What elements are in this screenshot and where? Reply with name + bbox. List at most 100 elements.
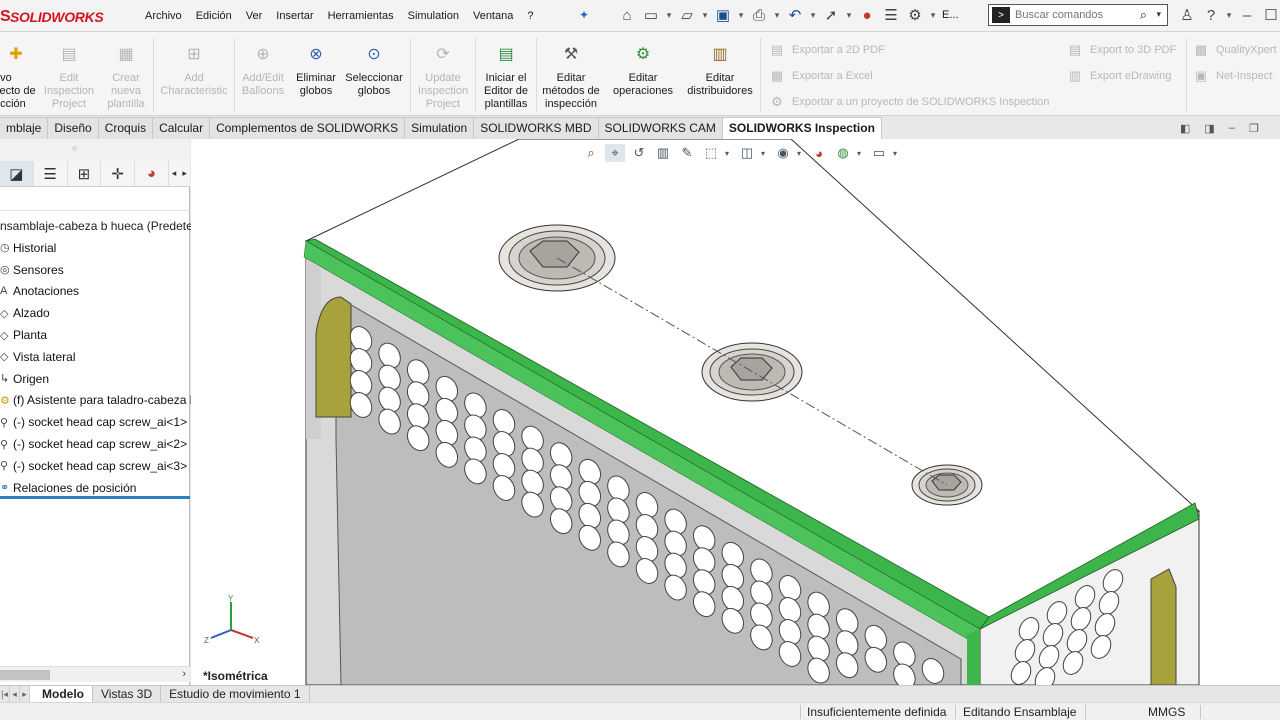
display-style-icon[interactable]: ◫ <box>737 144 757 162</box>
tree-item-sensores[interactable]: ◎ Sensores <box>0 259 200 281</box>
apply-scene-icon[interactable]: ◍ <box>833 144 853 162</box>
options-gear-icon[interactable]: ⚙ <box>904 4 926 26</box>
model-view[interactable] <box>191 139 1280 685</box>
edit-operations-button[interactable]: ⚙ Editar operaciones <box>608 47 678 98</box>
quickbar-overflow[interactable]: E... <box>940 7 961 23</box>
rebuild-icon[interactable]: ● <box>856 4 878 26</box>
add-characteristic-button[interactable]: ⊞ Add Characteristic <box>157 47 231 98</box>
tab-estudio-movimiento[interactable]: Estudio de movimiento 1 <box>161 686 310 702</box>
print-icon[interactable]: ⎙ <box>748 4 770 26</box>
save-icon[interactable]: ▣ <box>712 4 734 26</box>
open-dropdown-icon[interactable]: ▾ <box>700 10 710 21</box>
dynamic-annotation-icon[interactable]: ✎ <box>677 144 697 162</box>
tab-vistas-3d[interactable]: Vistas 3D <box>93 686 162 702</box>
menu-ventana[interactable]: Ventana <box>466 8 520 24</box>
edit-vendors-button[interactable]: ▥ Editar distribuidores <box>682 47 758 98</box>
tabs-scroll-right-icon[interactable]: ▸ <box>179 161 190 186</box>
menu-insertar[interactable]: Insertar <box>269 8 320 24</box>
update-inspection-project-button[interactable]: ⟳ Update Inspection Project <box>413 47 473 111</box>
pin-icon[interactable]: ✦ <box>579 8 589 22</box>
collapse-right-icon[interactable]: ◨ <box>1204 122 1214 135</box>
tree-item-anotaciones[interactable]: A Anotaciones <box>0 281 200 303</box>
tab-complementos[interactable]: Complementos de SOLIDWORKS <box>210 117 406 139</box>
graphics-viewport[interactable]: ⌕ ⌖ ↺ ▥ ✎ ⬚ ▾ ◫ ▾ ◉ ▾ ◕ ◍ ▾ ▭ ▾ Y X Z *I… <box>191 139 1280 685</box>
menu-simulation[interactable]: Simulation <box>401 8 466 24</box>
template-editor-button[interactable]: ▤ Iniciar el Editor de plantillas <box>478 47 534 111</box>
apply-scene-dropdown-icon[interactable]: ▾ <box>857 149 865 158</box>
create-template-button[interactable]: ▦ Crear nueva plantilla <box>100 47 152 111</box>
tree-horizontal-scrollbar[interactable]: › <box>0 666 190 682</box>
view-settings-dropdown-icon[interactable]: ▾ <box>893 149 901 158</box>
tab-calcular[interactable]: Calcular <box>153 117 211 139</box>
export-edrawing-button[interactable]: ▥ Export eDrawing <box>1066 68 1171 84</box>
tree-item-screw-1[interactable]: ⚲ (-) socket head cap screw_ai<1> ( <box>0 411 200 433</box>
section-view-icon[interactable]: ▥ <box>653 144 673 162</box>
view-settings-icon[interactable]: ▭ <box>869 144 889 162</box>
export-3d-pdf-button[interactable]: ▤ Export to 3D PDF <box>1066 42 1176 58</box>
tab-simulation[interactable]: Simulation <box>405 117 475 139</box>
new-dropdown-icon[interactable]: ▾ <box>664 10 674 21</box>
menu-archivo[interactable]: Archivo <box>138 8 189 24</box>
file-properties-icon[interactable]: ☰ <box>880 4 902 26</box>
undo-dropdown-icon[interactable]: ▾ <box>808 10 818 21</box>
options-dropdown-icon[interactable]: ▾ <box>928 10 938 21</box>
user-icon[interactable]: ♙ <box>1176 4 1198 26</box>
tab-inspection[interactable]: SOLIDWORKS Inspection <box>722 117 882 139</box>
menu-herramientas[interactable]: Herramientas <box>321 8 401 24</box>
save-dropdown-icon[interactable]: ▾ <box>736 10 746 21</box>
minimize-icon[interactable]: – <box>1236 4 1258 26</box>
tree-item-screw-3[interactable]: ⚲ (-) socket head cap screw_ai<3> ( <box>0 455 200 477</box>
search-input[interactable] <box>1015 9 1135 21</box>
export-inspection-project-button[interactable]: ⚙ Exportar a un proyecto de SOLIDWORKS In… <box>768 94 1049 110</box>
tab-ensamblaje[interactable]: mblaje <box>0 117 49 139</box>
view-orientation-icon[interactable]: ⬚ <box>701 144 721 162</box>
help-dropdown-icon[interactable]: ▾ <box>1224 10 1234 21</box>
solidworks-logo[interactable]: S SOLIDWORKS <box>0 6 115 28</box>
hide-show-dropdown-icon[interactable]: ▾ <box>797 149 805 158</box>
feature-tree-tab-icon[interactable]: ◪ <box>0 161 34 186</box>
property-manager-tab-icon[interactable]: ☰ <box>34 161 68 186</box>
tree-item-historial[interactable]: ◷ Historial <box>0 237 200 259</box>
view-orientation-dropdown-icon[interactable]: ▾ <box>725 149 733 158</box>
tree-item-planta[interactable]: ◇ Planta <box>0 324 200 346</box>
search-dropdown-icon[interactable]: ▾ <box>1156 9 1161 20</box>
select-cursor-icon[interactable]: ➚ <box>820 4 842 26</box>
dimxpert-tab-icon[interactable]: ✛ <box>101 161 135 186</box>
panel-grip-icon[interactable]: ○ <box>72 143 77 153</box>
edit-appearance-icon[interactable]: ◕ <box>809 144 829 162</box>
tree-item-vista-lateral[interactable]: ◇ Vista lateral <box>0 346 200 368</box>
tab-modelo[interactable]: Modelo <box>30 686 93 702</box>
net-inspect-button[interactable]: ▣ Net-Inspect <box>1192 68 1272 84</box>
zoom-to-fit-icon[interactable]: ⌕ <box>581 144 601 162</box>
collapse-left-icon[interactable]: ◧ <box>1180 122 1190 135</box>
export-excel-button[interactable]: ▦ Exportar a Excel <box>768 68 873 84</box>
qualityxpert-button[interactable]: ▩ QualityXpert <box>1192 42 1277 58</box>
tab-mbd[interactable]: SOLIDWORKS MBD <box>474 117 599 139</box>
tree-item-screw-2[interactable]: ⚲ (-) socket head cap screw_ai<2> ( <box>0 433 200 455</box>
rollback-bar[interactable] <box>0 496 190 499</box>
select-balloons-button[interactable]: ⊙ Seleccionar globos <box>343 47 405 98</box>
command-search[interactable]: > ⌕ ▾ <box>988 4 1168 26</box>
maximize-icon[interactable]: ☐ <box>1260 4 1280 26</box>
tab-next-icon[interactable]: ▸ <box>20 686 30 702</box>
tab-first-icon[interactable]: |◂ <box>0 686 10 702</box>
zoom-to-area-icon[interactable]: ⌖ <box>605 144 625 162</box>
hide-show-items-icon[interactable]: ◉ <box>773 144 793 162</box>
previous-view-icon[interactable]: ↺ <box>629 144 649 162</box>
new-inspection-project-button[interactable]: ✚ evo yecto de ección <box>0 47 38 111</box>
display-manager-tab-icon[interactable]: ◕ <box>135 161 169 186</box>
help-icon[interactable]: ? <box>1200 4 1222 26</box>
tab-prev-icon[interactable]: ◂ <box>10 686 20 702</box>
viewport-restore-icon[interactable]: ❐ <box>1249 122 1259 135</box>
tab-diseno[interactable]: Diseño <box>48 117 99 139</box>
scrollbar-thumb[interactable] <box>0 670 50 680</box>
menu-ver[interactable]: Ver <box>239 8 270 24</box>
menu-help[interactable]: ? <box>520 8 540 24</box>
search-icon[interactable]: ⌕ <box>1140 7 1147 23</box>
status-units[interactable]: MMGS <box>1148 705 1185 719</box>
viewport-minimize-icon[interactable]: – <box>1229 122 1235 135</box>
assembly-root-node[interactable]: nsamblaje-cabeza b hueca (Predeter <box>0 215 200 237</box>
tab-croquis[interactable]: Croquis <box>98 117 154 139</box>
delete-balloons-button[interactable]: ⊗ Eliminar globos <box>292 47 340 98</box>
tabs-scroll-left-icon[interactable]: ◂ <box>169 161 180 186</box>
